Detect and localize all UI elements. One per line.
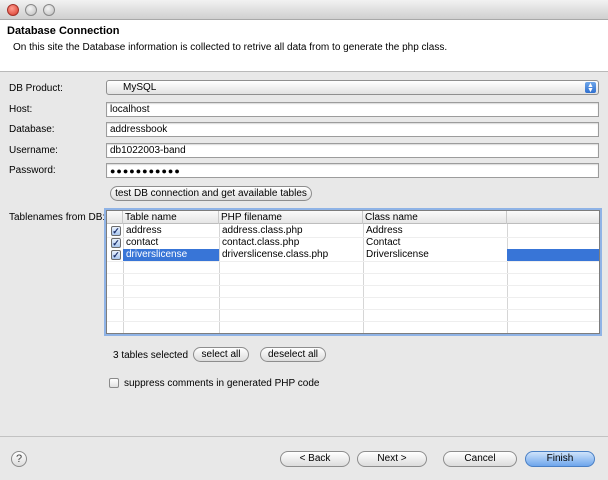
- close-window-button[interactable]: [7, 4, 19, 16]
- next-button[interactable]: Next >: [357, 451, 427, 467]
- host-label: Host:: [9, 104, 33, 115]
- row-php-filename[interactable]: driverslicense.class.php: [219, 249, 363, 261]
- minimize-window-button[interactable]: [25, 4, 37, 16]
- wizard-header: Database Connection On this site the Dat…: [0, 20, 608, 72]
- row-checkbox[interactable]: ✓: [111, 226, 121, 236]
- column-header-filler: [507, 211, 599, 224]
- footer-divider: [0, 436, 608, 437]
- username-label: Username:: [9, 145, 58, 156]
- database-label: Database:: [9, 124, 55, 135]
- host-input[interactable]: localhost: [106, 102, 599, 117]
- page-title: Database Connection: [7, 25, 120, 37]
- column-header-table-name[interactable]: Table name: [123, 211, 219, 224]
- finish-button[interactable]: Finish: [525, 451, 595, 467]
- window-titlebar[interactable]: [0, 0, 608, 20]
- header-checkbox-column: [107, 211, 123, 224]
- tablenames-label: Tablenames from DB:: [9, 212, 106, 223]
- row-class-name[interactable]: Contact: [363, 237, 507, 249]
- row-class-name[interactable]: Driverslicense: [363, 249, 507, 261]
- select-arrows-icon: ▲ ▼: [585, 82, 596, 94]
- row-checkbox[interactable]: ✓: [111, 250, 121, 260]
- table-row[interactable]: ✓ contact contact.class.php Contact: [107, 237, 599, 249]
- cancel-button[interactable]: Cancel: [443, 451, 517, 467]
- tables-selected-count: 3 tables selected: [113, 350, 189, 361]
- table-row-selected[interactable]: ✓ driverslicense driverslicense.class.ph…: [107, 249, 599, 261]
- suppress-comments-checkbox[interactable]: [109, 378, 119, 388]
- row-table-name: address: [126, 225, 162, 236]
- column-header-php-filename[interactable]: PHP filename: [219, 211, 363, 224]
- test-connection-button[interactable]: test DB connection and get available tab…: [110, 186, 312, 201]
- back-button[interactable]: < Back: [280, 451, 350, 467]
- db-product-select[interactable]: MySQL ▲ ▼: [106, 80, 599, 95]
- password-label: Password:: [9, 165, 56, 176]
- suppress-comments-label[interactable]: suppress comments in generated PHP code: [124, 378, 319, 389]
- username-input[interactable]: db1022003-band: [106, 143, 599, 158]
- table-header: Table name PHP filename Class name: [107, 211, 599, 224]
- help-button[interactable]: ?: [11, 451, 27, 467]
- db-product-label: DB Product:: [9, 83, 63, 94]
- table-row[interactable]: ✓ address address.class.php Address: [107, 225, 599, 237]
- row-table-name: driverslicense: [123, 249, 219, 261]
- row-table-name: contact: [126, 237, 159, 248]
- zoom-window-button[interactable]: [43, 4, 55, 16]
- tables-list[interactable]: Table name PHP filename Class name ✓ add…: [106, 210, 600, 334]
- row-filler: [507, 249, 599, 261]
- database-input[interactable]: addressbook: [106, 122, 599, 137]
- row-php-filename[interactable]: address.class.php: [219, 225, 363, 237]
- select-all-button[interactable]: select all: [193, 347, 249, 362]
- column-header-class-name[interactable]: Class name: [363, 211, 507, 224]
- password-input[interactable]: ●●●●●●●●●●●: [106, 163, 599, 178]
- row-checkbox[interactable]: ✓: [111, 238, 121, 248]
- db-product-value: MySQL: [123, 82, 157, 93]
- row-php-filename[interactable]: contact.class.php: [219, 237, 363, 249]
- page-description: On this site the Database information is…: [13, 42, 448, 53]
- row-class-name[interactable]: Address: [363, 225, 507, 237]
- deselect-all-button[interactable]: deselect all: [260, 347, 326, 362]
